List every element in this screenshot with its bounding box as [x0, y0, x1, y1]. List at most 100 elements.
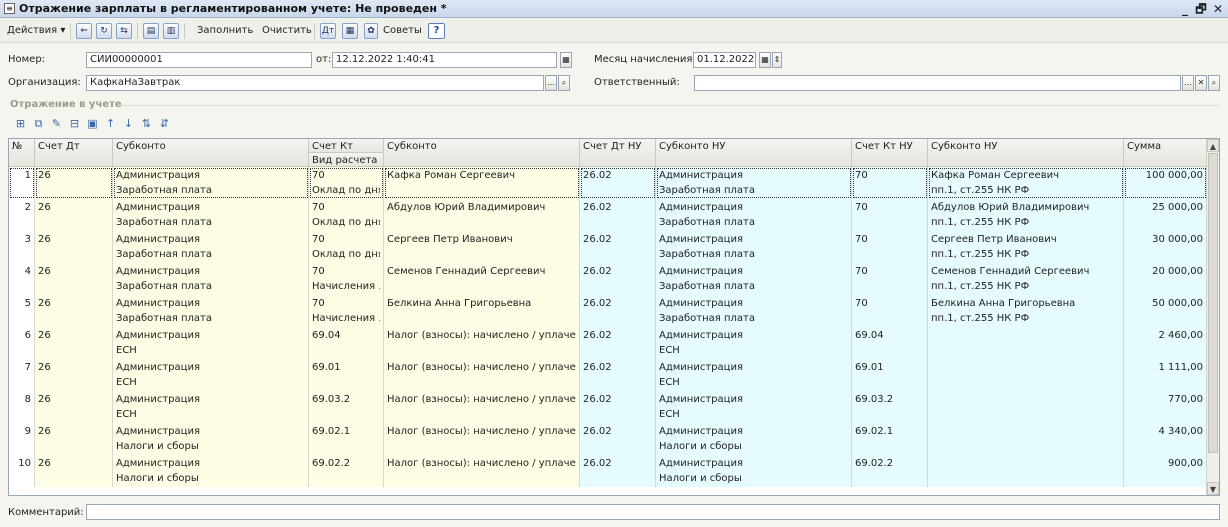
add-row-icon[interactable]: ⊞ [14, 117, 27, 130]
table-row[interactable]: 4 26 Администрация Заработная плата 70 Начисл… [9, 263, 1207, 295]
cell-account-dt[interactable]: 26 [35, 391, 113, 423]
cell-amount[interactable]: 100 000,00 [1124, 167, 1207, 199]
number-field[interactable]: СИИ00000001 [86, 52, 312, 68]
column-header-account-dt[interactable]: Счет Дт [35, 139, 113, 167]
cell-account-dt-tax[interactable]: 26.02 [580, 455, 656, 487]
cell-subconto-tax[interactable]: Администрация ЕСН [656, 327, 852, 359]
cell-subconto[interactable]: Администрация Налоги и сборы [113, 455, 309, 487]
select-ellipsis-button[interactable]: … [1182, 75, 1194, 91]
cell-subconto[interactable]: Администрация Заработная плата [113, 231, 309, 263]
cell-subconto-tax-2[interactable]: Абдулов Юрий Владимирович пп.1, ст.255 НК… [928, 199, 1124, 231]
table-row[interactable]: 3 26 Администрация Заработная плата 70 Оклад … [9, 231, 1207, 263]
cell-account-dt-tax[interactable]: 26.02 [580, 295, 656, 327]
cell-account-kt-tax[interactable]: 69.02.1 [852, 423, 928, 455]
cell-account-dt-tax[interactable]: 26.02 [580, 423, 656, 455]
column-header-number[interactable]: № [9, 139, 35, 167]
minimize-button[interactable]: _ [1178, 1, 1192, 17]
cell-subconto-tax[interactable]: Администрация Заработная плата [656, 231, 852, 263]
cell-account-kt[interactable]: 70 Оклад по дням [309, 199, 384, 231]
tips-button[interactable]: Советы [378, 22, 427, 40]
cell-subconto[interactable]: Администрация Заработная плата [113, 199, 309, 231]
cell-subconto-2[interactable]: Сергеев Петр Иванович [384, 231, 580, 263]
cell-subconto-2[interactable]: Налог (взносы): начислено / уплачено [384, 359, 580, 391]
cell-subconto-tax-2[interactable]: Кафка Роман Сергеевич пп.1, ст.255 НК РФ [928, 167, 1124, 199]
search-icon[interactable]: ⌕ [1208, 75, 1220, 91]
clear-button[interactable]: Очистить [257, 22, 317, 40]
table-row[interactable]: 9 26 Администрация Налоги и сборы 69.02.1 Нал… [9, 423, 1207, 455]
cell-subconto-2[interactable]: Налог (взносы): начислено / уплачено [384, 391, 580, 423]
comment-field[interactable] [86, 504, 1220, 520]
cell-subconto-tax-2[interactable] [928, 455, 1124, 487]
cell-account-kt[interactable]: 70 Начисления ... [309, 263, 384, 295]
cell-account-kt[interactable]: 69.03.2 [309, 391, 384, 423]
cell-account-dt[interactable]: 26 [35, 263, 113, 295]
column-header-account-kt-tax[interactable]: Счет Кт НУ [852, 139, 928, 167]
cell-row-number[interactable]: 3 [9, 231, 35, 263]
cell-row-number[interactable]: 2 [9, 199, 35, 231]
cell-subconto-tax-2[interactable]: Белкина Анна Григорьевна пп.1, ст.255 НК … [928, 295, 1124, 327]
refresh-icon[interactable]: ↻ [96, 23, 112, 39]
cell-account-kt[interactable]: 69.04 [309, 327, 384, 359]
cell-subconto[interactable]: Администрация ЕСН [113, 359, 309, 391]
cell-subconto[interactable]: Администрация Заработная плата [113, 295, 309, 327]
cell-account-dt[interactable]: 26 [35, 167, 113, 199]
cell-account-dt[interactable]: 26 [35, 231, 113, 263]
column-header-account-kt[interactable]: Счет Кт [309, 139, 384, 153]
scrollbar-thumb[interactable] [1208, 153, 1218, 453]
restore-button[interactable]: 🗗 [1194, 1, 1208, 17]
cell-account-dt[interactable]: 26 [35, 423, 113, 455]
cell-account-dt-tax[interactable]: 26.02 [580, 263, 656, 295]
cell-row-number[interactable]: 5 [9, 295, 35, 327]
column-header-subconto[interactable]: Субконто [113, 139, 309, 167]
cell-account-dt-tax[interactable]: 26.02 [580, 327, 656, 359]
cell-row-number[interactable]: 8 [9, 391, 35, 423]
cell-account-dt[interactable]: 26 [35, 295, 113, 327]
table-row[interactable]: 2 26 Администрация Заработная плата 70 Оклад … [9, 199, 1207, 231]
cell-amount[interactable]: 4 340,00 [1124, 423, 1207, 455]
cell-row-number[interactable]: 6 [9, 327, 35, 359]
cell-account-kt-tax[interactable]: 69.01 [852, 359, 928, 391]
cell-amount[interactable]: 2 460,00 [1124, 327, 1207, 359]
cell-subconto-2[interactable]: Семенов Геннадий Сергеевич [384, 263, 580, 295]
cell-account-dt-tax[interactable]: 26.02 [580, 359, 656, 391]
cell-account-kt[interactable]: 70 Начисления ... [309, 295, 384, 327]
cell-account-kt-tax[interactable]: 69.02.2 [852, 455, 928, 487]
cell-subconto[interactable]: Администрация Заработная плата [113, 167, 309, 199]
cell-subconto-tax[interactable]: Администрация Заработная плата [656, 167, 852, 199]
table-row[interactable]: 6 26 Администрация ЕСН 69.04 Налог (взносы): … [9, 327, 1207, 359]
cell-account-kt-tax[interactable]: 70 [852, 263, 928, 295]
cell-subconto-tax-2[interactable] [928, 391, 1124, 423]
cell-subconto-2[interactable]: Белкина Анна Григорьевна [384, 295, 580, 327]
cell-subconto-tax-2[interactable] [928, 423, 1124, 455]
cell-account-kt[interactable]: 70 Оклад по дням [309, 231, 384, 263]
cell-account-dt[interactable]: 26 [35, 359, 113, 391]
cell-row-number[interactable]: 1 [9, 167, 35, 199]
cell-account-kt-tax[interactable]: 70 [852, 295, 928, 327]
cell-subconto[interactable]: Администрация ЕСН [113, 327, 309, 359]
cell-subconto[interactable]: Администрация Заработная плата [113, 263, 309, 295]
cell-account-dt-tax[interactable]: 26.02 [580, 199, 656, 231]
cell-account-kt-tax[interactable]: 70 [852, 167, 928, 199]
cell-subconto-tax[interactable]: Администрация Заработная плата [656, 295, 852, 327]
table-row[interactable]: 7 26 Администрация ЕСН 69.01 Налог (взносы): … [9, 359, 1207, 391]
cell-subconto-tax[interactable]: Администрация Налоги и сборы [656, 423, 852, 455]
cell-subconto-2[interactable]: Налог (взносы): начислено / уплачено [384, 423, 580, 455]
move-down-icon[interactable]: ↓ [122, 117, 135, 130]
calendar-icon[interactable]: ▦ [560, 52, 572, 68]
cell-account-dt-tax[interactable]: 26.02 [580, 167, 656, 199]
cell-subconto-tax[interactable]: Администрация Заработная плата [656, 199, 852, 231]
tips-icon[interactable]: ✿ [364, 23, 378, 39]
column-header-amount[interactable]: Сумма [1124, 139, 1207, 167]
close-button[interactable]: ✕ [1211, 1, 1225, 17]
clear-icon[interactable]: ✕ [1195, 75, 1207, 91]
cell-subconto-tax[interactable]: Администрация ЕСН [656, 359, 852, 391]
delete-row-icon[interactable]: ⊟ [68, 117, 81, 130]
report-icon[interactable]: ▦ [342, 23, 358, 39]
cell-account-kt[interactable]: 69.02.2 [309, 455, 384, 487]
month-field[interactable]: 01.12.2022 [693, 52, 756, 68]
column-header-calc-type[interactable]: Вид расчета [309, 153, 384, 167]
cell-subconto-2[interactable]: Налог (взносы): начислено / уплачено [384, 327, 580, 359]
cell-row-number[interactable]: 9 [9, 423, 35, 455]
cell-subconto-2[interactable]: Абдулов Юрий Владимирович [384, 199, 580, 231]
cell-account-kt[interactable]: 70 Оклад по дням [309, 167, 384, 199]
